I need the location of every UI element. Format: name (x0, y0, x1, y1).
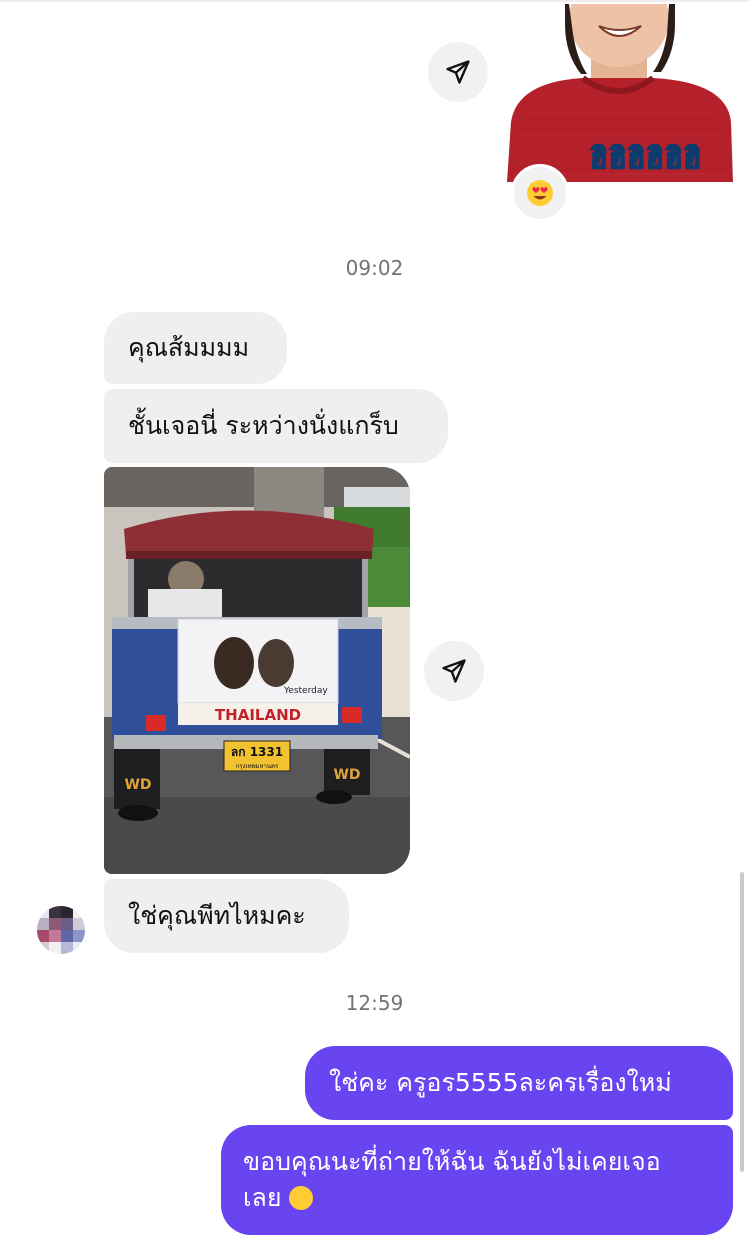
top-divider (0, 0, 749, 2)
outgoing-message[interactable]: ใช่คะ ครูอร5555ละครเรื่องใหม่ (305, 1046, 733, 1120)
sticker-caption: ฮิฮิฮิฮิฮิฮิ (589, 141, 703, 175)
poster-text: Yesterday (283, 686, 328, 696)
tuktuk-sign: THAILAND (215, 706, 301, 724)
avatar-image (37, 906, 85, 954)
plate-province: กรุงเทพมหานคร (236, 763, 279, 770)
incoming-message[interactable]: คุณส้มมมม (104, 312, 287, 384)
share-button[interactable] (424, 641, 484, 701)
outgoing-message-text: เลย (243, 1183, 282, 1212)
tuk-tuk-photo: Yesterday THAILAND ลก 1331 กรุงเทพมหานคร… (104, 467, 410, 874)
incoming-message[interactable]: ชั้นเจอนี่ ระหว่างนั่งแกร็บ (104, 389, 448, 463)
smile-emoji-icon (289, 1186, 314, 1210)
reaction-badge[interactable] (511, 164, 569, 222)
timestamp: 09:02 (345, 256, 404, 280)
incoming-message[interactable]: ใช่คุณพีทไหมคะ (104, 879, 349, 953)
sent-sticker[interactable]: ฮิฮิฮิฮิฮิฮิ (503, 0, 733, 182)
plate-number: ลก 1331 (231, 745, 283, 759)
share-button[interactable] (428, 42, 488, 102)
paper-plane-icon (442, 659, 466, 683)
outgoing-message-line: เลย (243, 1180, 733, 1216)
outgoing-message[interactable]: ขอบคุณนะที่ถ่ายให้ฉัน ฉันยังไม่เคยเจอ เล… (221, 1125, 733, 1235)
paper-plane-icon (446, 60, 470, 84)
scrollbar[interactable] (740, 872, 744, 1172)
heart-eyes-emoji-icon (527, 180, 553, 206)
incoming-photo[interactable]: Yesterday THAILAND ลก 1331 กรุงเทพมหานคร… (104, 467, 410, 874)
timestamp: 12:59 (345, 991, 404, 1015)
outgoing-message-line: ขอบคุณนะที่ถ่ายให้ฉัน ฉันยังไม่เคยเจอ (243, 1147, 661, 1176)
svg-text:WD: WD (333, 767, 360, 783)
avatar[interactable] (37, 906, 85, 954)
svg-text:WD: WD (124, 777, 151, 793)
